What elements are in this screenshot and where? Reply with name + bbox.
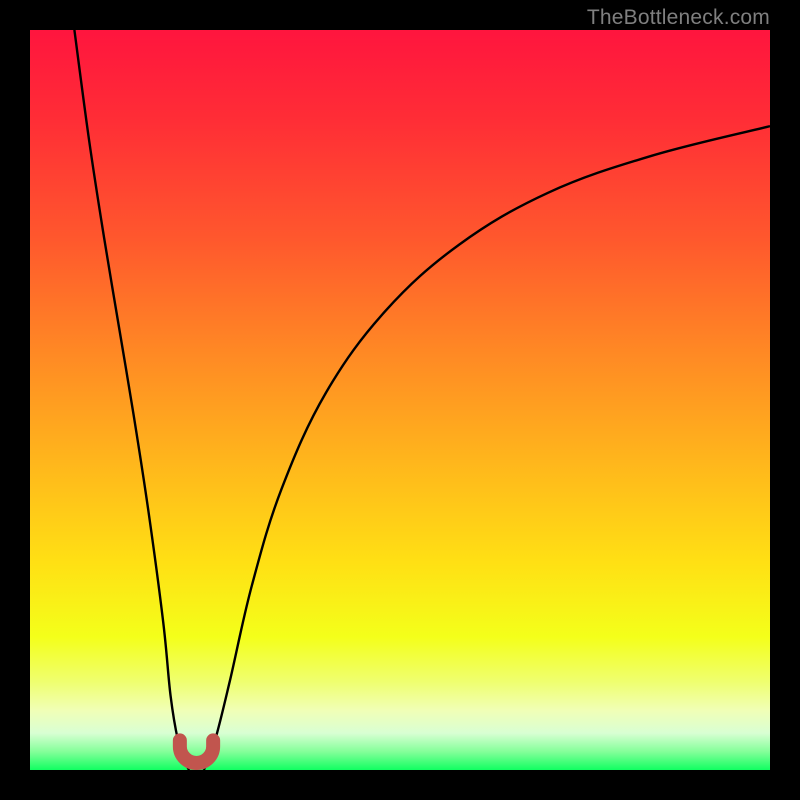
outer-frame: TheBottleneck.com: [0, 0, 800, 800]
left-branch-path: [74, 30, 189, 770]
watermark-text: TheBottleneck.com: [587, 6, 770, 30]
right-branch-path: [204, 126, 770, 770]
chart-curve: [30, 30, 770, 770]
trough-marker: [180, 740, 213, 763]
plot-area: [30, 30, 770, 770]
